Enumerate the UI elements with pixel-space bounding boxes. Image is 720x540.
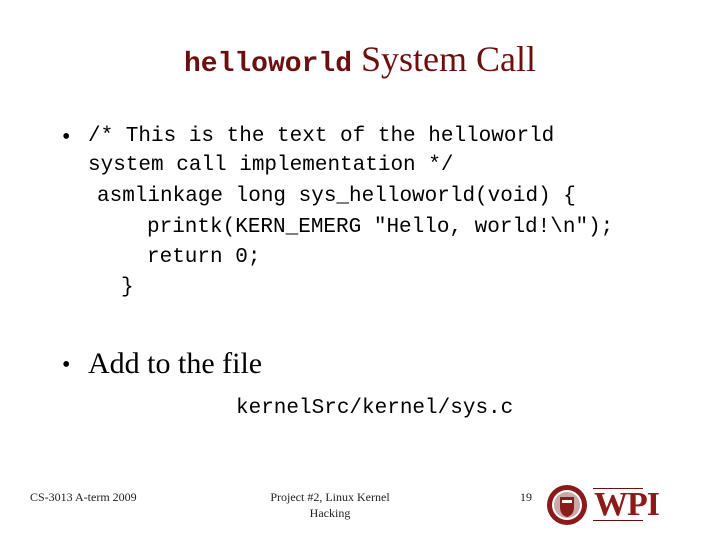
code-line-3: asmlinkage long sys_helloworld(void) { xyxy=(97,185,576,208)
title-text-part: System Call xyxy=(352,39,537,79)
code-line-5: return 0; xyxy=(147,246,261,269)
slide: helloworld System Call • /* This is the … xyxy=(0,0,720,540)
bullet-2-text: Add to the file xyxy=(88,347,263,380)
footer-project-line2: Hacking xyxy=(309,506,351,520)
file-path: kernelSrc/kernel/sys.c xyxy=(236,397,514,420)
bullet-marker-1: • xyxy=(62,124,71,150)
code-line-1: /* This is the text of the helloworld xyxy=(88,125,555,148)
title-code-part: helloworld xyxy=(183,49,352,80)
slide-title: helloworld System Call xyxy=(0,38,720,80)
code-line-2: system call implementation */ xyxy=(88,154,454,177)
wpi-logo-text: WPI xyxy=(594,486,660,523)
footer-course: CS-3013 A-term 2009 xyxy=(30,490,137,504)
code-line-6: } xyxy=(121,276,134,299)
bullet-marker-2: • xyxy=(62,352,71,378)
code-line-4: printk(KERN_EMERG "Hello, world!\n"); xyxy=(147,216,614,239)
footer-project-line1: Project #2, Linux Kernel xyxy=(270,490,390,504)
footer-page-number: 19 xyxy=(520,490,532,504)
